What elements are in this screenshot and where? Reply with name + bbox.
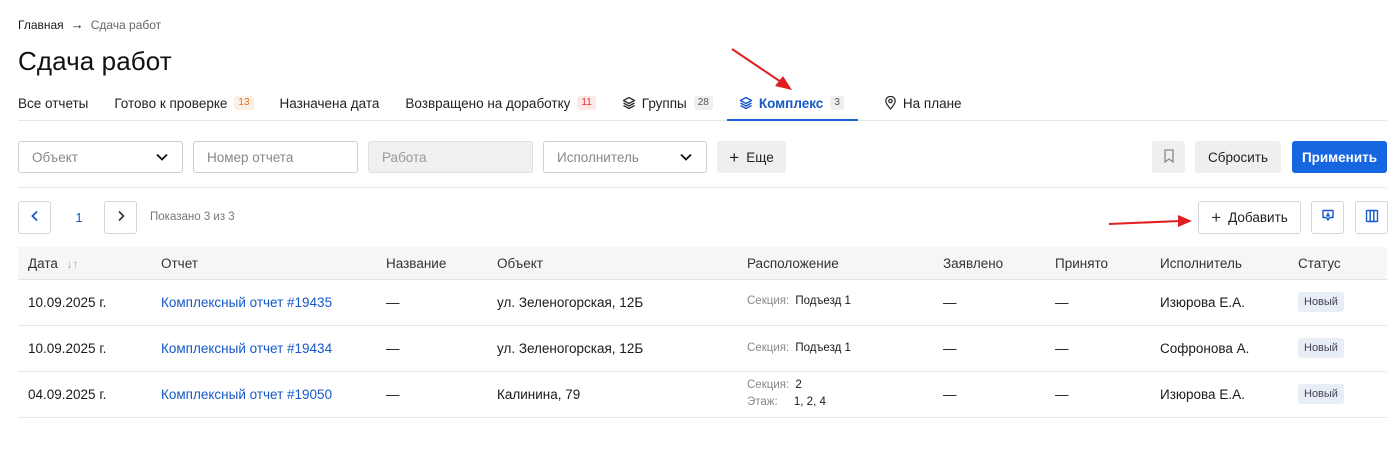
annotation-arrows <box>731 48 1192 227</box>
arrow-to-complex-tab-icon <box>731 48 792 90</box>
arrow-to-add-button-icon <box>1108 215 1192 227</box>
